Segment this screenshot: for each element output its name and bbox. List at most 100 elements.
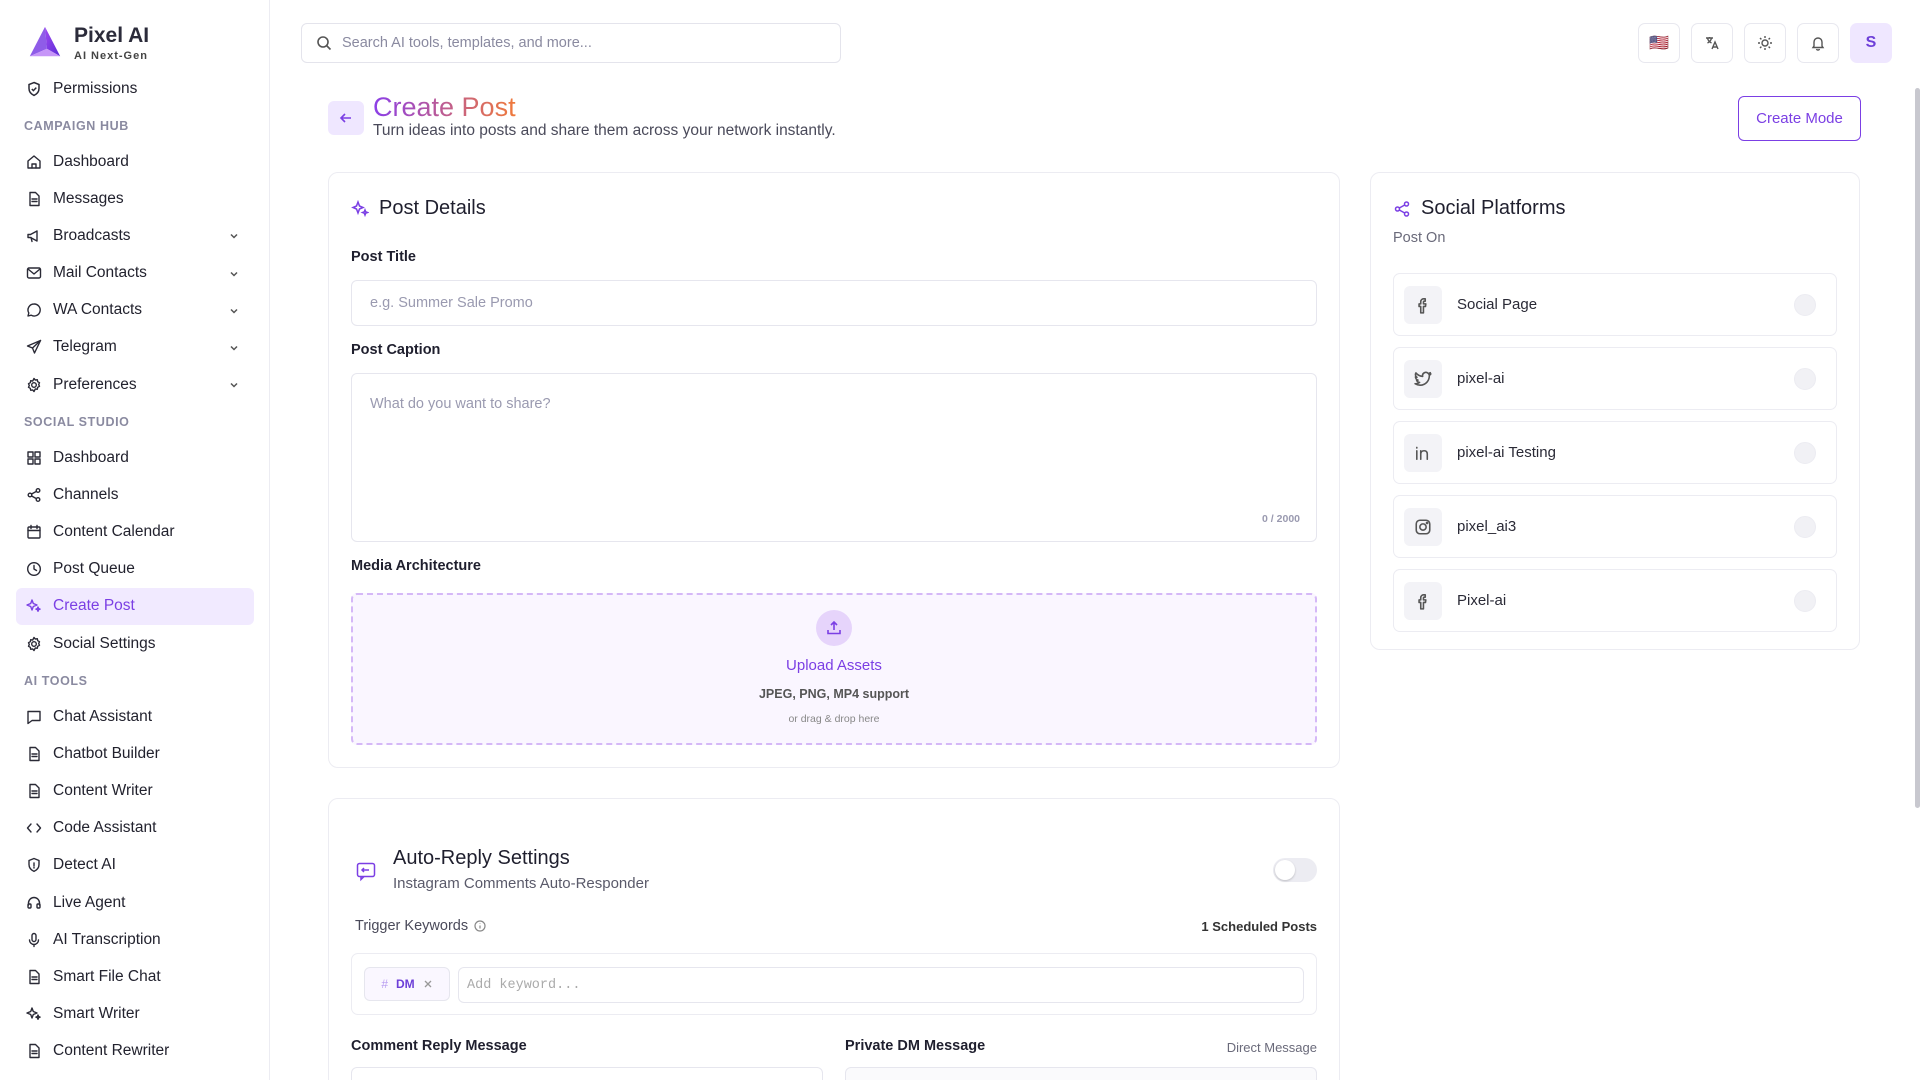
shield-icon — [26, 857, 42, 873]
post-title-input[interactable]: e.g. Summer Sale Promo — [351, 280, 1317, 326]
sidebar-item-telegram[interactable]: Telegram — [16, 329, 254, 366]
sidebar-item-label: Dashboard — [53, 152, 129, 170]
chevron-down-icon[interactable] — [228, 304, 240, 316]
upload-icon — [816, 610, 852, 646]
platform-option[interactable]: Social Page — [1393, 273, 1837, 336]
sidebar-item-dashboard[interactable]: Dashboard — [16, 439, 254, 476]
sidebar-item-detect-ai[interactable]: Detect AI — [16, 847, 254, 884]
sidebar-item-label: Mail Contacts — [53, 264, 147, 282]
post-details-heading: Post Details — [351, 197, 486, 220]
chat-icon — [26, 709, 42, 725]
sidebar-item-smart-file-chat[interactable]: Smart File Chat — [16, 958, 254, 995]
sparkle-icon — [26, 598, 42, 614]
facebook-icon — [1404, 581, 1442, 620]
search-input[interactable] — [342, 35, 822, 51]
sidebar-item-label: Dashboard — [53, 448, 129, 466]
facebook-icon — [1404, 285, 1442, 324]
info-icon[interactable] — [474, 920, 486, 932]
sidebar-item-smart-writer[interactable]: Smart Writer — [16, 996, 254, 1033]
platform-option[interactable]: pixel_ai3 — [1393, 495, 1837, 558]
us-flag-icon: 🇺🇸 — [1649, 35, 1669, 52]
keyword-chip[interactable]: # DM — [364, 967, 450, 1001]
sidebar-item-mail-contacts[interactable]: Mail Contacts — [16, 255, 254, 292]
document-icon — [26, 969, 42, 985]
auto-reply-toggle[interactable] — [1273, 858, 1317, 882]
chevron-down-icon[interactable] — [228, 341, 240, 353]
sidebar-item-label: WA Contacts — [53, 301, 143, 319]
sidebar-item-label: Messages — [53, 189, 124, 207]
sidebar-item-live-agent[interactable]: Live Agent — [16, 884, 254, 921]
post-title-label: Post Title — [351, 249, 416, 265]
sidebar-item-content-calendar[interactable]: Content Calendar — [16, 514, 254, 551]
sidebar-item-label: Chat Assistant — [53, 707, 153, 725]
sidebar-item-code-assistant[interactable]: Code Assistant — [16, 810, 254, 847]
caption-char-counter: 0 / 2000 — [1262, 513, 1300, 525]
platform-option[interactable]: pixel-ai — [1393, 347, 1837, 410]
sidebar-item-content-writer[interactable]: Content Writer — [16, 772, 254, 809]
linkedin-icon — [1404, 433, 1442, 472]
card-title-text: Social Platforms — [1421, 197, 1566, 219]
sidebar-item-wa-contacts[interactable]: WA Contacts — [16, 292, 254, 329]
post-title-placeholder: e.g. Summer Sale Promo — [370, 295, 533, 311]
platform-select-radio[interactable] — [1794, 367, 1816, 390]
shield-check-icon — [26, 81, 42, 97]
language-flag-button[interactable]: 🇺🇸 — [1638, 23, 1680, 63]
sidebar-item-label: Telegram — [53, 338, 117, 356]
sidebar: Pixel AI AI Next-Gen Permissions CAMPAIG… — [0, 0, 270, 1080]
chevron-down-icon[interactable] — [228, 378, 240, 390]
pixel-ai-logo-icon — [29, 26, 61, 57]
brand-logo[interactable]: Pixel AI AI Next-Gen — [26, 24, 149, 62]
chevron-down-icon[interactable] — [228, 229, 240, 241]
sidebar-item-label: Post Queue — [53, 560, 135, 578]
user-avatar[interactable]: S — [1850, 23, 1892, 63]
sidebar-item-content-rewriter[interactable]: Content Rewriter — [16, 1033, 254, 1070]
sidebar-item-social-settings[interactable]: Social Settings — [16, 625, 254, 662]
back-button[interactable] — [328, 101, 364, 135]
sidebar-item-chatbot-builder[interactable]: Chatbot Builder — [16, 735, 254, 772]
create-mode-button[interactable]: Create Mode — [1738, 96, 1861, 141]
sidebar-item-label: Social Settings — [53, 634, 156, 652]
sidebar-item-channels[interactable]: Channels — [16, 476, 254, 513]
private-dm-input[interactable] — [845, 1067, 1317, 1080]
sidebar-item-ai-transcription[interactable]: AI Transcription — [16, 921, 254, 958]
platform-select-radio[interactable] — [1794, 441, 1816, 464]
theme-toggle-button[interactable] — [1744, 23, 1786, 63]
scheduled-posts-count: 1 Scheduled Posts — [1201, 919, 1317, 934]
chevron-down-icon[interactable] — [228, 267, 240, 279]
platform-option[interactable]: pixel-ai Testing — [1393, 421, 1837, 484]
upload-file-types: JPEG, PNG, MP4 support — [758, 687, 910, 701]
sidebar-item-messages[interactable]: Messages — [16, 180, 254, 217]
card-title-text: Post Details — [379, 197, 486, 219]
platform-select-radio[interactable] — [1794, 515, 1816, 538]
keyword-input-placeholder: Add keyword... — [467, 977, 581, 993]
sidebar-item-chat-assistant[interactable]: Chat Assistant — [16, 698, 254, 735]
sidebar-item-permissions[interactable]: Permissions — [16, 70, 254, 107]
comment-reply-input[interactable] — [351, 1067, 823, 1080]
platform-select-radio[interactable] — [1794, 589, 1816, 612]
grid-icon — [26, 450, 42, 466]
sidebar-item-create-post[interactable]: Create Post — [16, 587, 254, 625]
post-caption-textarea[interactable]: What do you want to share? 0 / 2000 — [351, 373, 1317, 542]
instagram-icon — [1404, 507, 1442, 546]
translate-button[interactable] — [1691, 23, 1733, 63]
mic-icon — [26, 932, 42, 948]
sparkle-icon — [351, 199, 369, 217]
platform-option[interactable]: Pixel-ai — [1393, 569, 1837, 632]
social-platforms-heading: Social Platforms — [1393, 197, 1566, 220]
sidebar-item-broadcasts[interactable]: Broadcasts — [16, 217, 254, 254]
sidebar-item-dashboard[interactable]: Dashboard — [16, 143, 254, 180]
sidebar-item-label: Detect AI — [53, 856, 116, 874]
global-search[interactable] — [301, 23, 841, 63]
sidebar-item-label: Permissions — [53, 79, 138, 97]
upload-dropzone[interactable]: Upload Assets JPEG, PNG, MP4 support or … — [351, 593, 1317, 745]
post-caption-label: Post Caption — [351, 342, 441, 358]
sidebar-item-post-queue[interactable]: Post Queue — [16, 551, 254, 588]
notifications-button[interactable] — [1797, 23, 1839, 63]
sidebar-item-label: Chatbot Builder — [53, 744, 160, 762]
keyword-input[interactable]: Add keyword... — [458, 967, 1304, 1003]
page-scrollbar[interactable] — [1915, 88, 1920, 808]
platform-select-radio[interactable] — [1794, 293, 1816, 316]
sidebar-item-preferences[interactable]: Preferences — [16, 366, 254, 403]
platform-name: pixel-ai Testing — [1457, 444, 1556, 461]
close-icon[interactable] — [423, 979, 433, 989]
